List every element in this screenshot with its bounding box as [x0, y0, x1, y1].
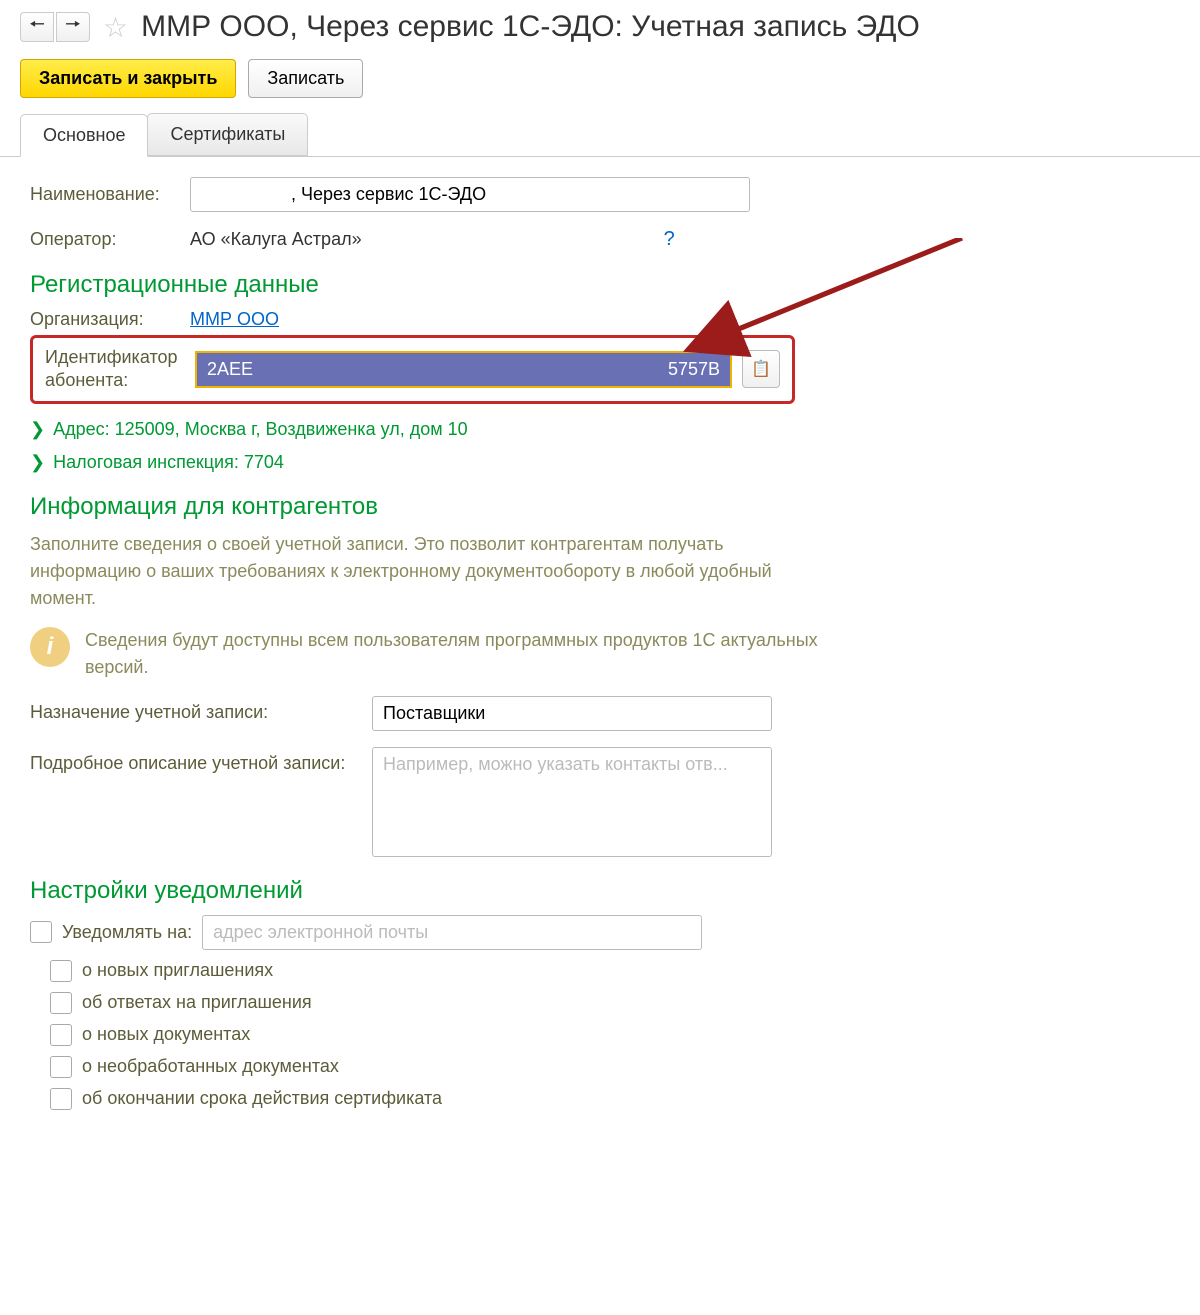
save-close-button[interactable]: Записать и закрыть: [20, 59, 236, 98]
notify-checkbox[interactable]: [30, 921, 52, 943]
opt3-label: о новых документах: [82, 1024, 250, 1045]
opt2-row: об ответах на приглашения: [50, 992, 1170, 1014]
reg-section-title: Регистрационные данные: [30, 271, 1170, 299]
copy-button[interactable]: 📋: [742, 350, 780, 388]
content: Наименование: Оператор: АО «Калуга Астра…: [0, 157, 1200, 1140]
chevron-right-icon: ❯: [30, 452, 45, 473]
nav-buttons: 🠔 🠖: [20, 12, 90, 42]
notify-label: Уведомлять на:: [62, 922, 192, 943]
detail-textarea[interactable]: [372, 747, 772, 857]
email-input[interactable]: [202, 915, 702, 950]
info-note: Сведения будут доступны всем пользовател…: [85, 627, 835, 681]
purpose-input[interactable]: [372, 696, 772, 731]
address-row[interactable]: ❯ Адрес: 125009, Москва г, Воздвиженка у…: [30, 419, 1170, 440]
info-section-title: Информация для контрагентов: [30, 493, 1170, 521]
info-desc: Заполните сведения о своей учетной запис…: [30, 531, 780, 612]
operator-row: Оператор: АО «Калуга Астрал» ?: [30, 228, 1170, 251]
help-link[interactable]: ?: [664, 228, 675, 251]
header: 🠔 🠖 ☆ ММР ООО, Через сервис 1С-ЭДО: Учет…: [0, 0, 1200, 49]
opt4-label: о необработанных документах: [82, 1056, 339, 1077]
opt5-row: об окончании срока действия сертификата: [50, 1088, 1170, 1110]
org-label: Организация:: [30, 309, 178, 330]
name-row: Наименование:: [30, 177, 1170, 212]
opt5-label: об окончании срока действия сертификата: [82, 1088, 442, 1109]
name-input[interactable]: [190, 177, 750, 212]
opt2-checkbox[interactable]: [50, 992, 72, 1014]
subscriber-id-highlight: Идентификатор абонента: 2AEE 5757B 📋: [30, 335, 795, 404]
operator-value: АО «Калуга Астрал»: [190, 229, 362, 250]
detail-label: Подробное описание учетной записи:: [30, 747, 360, 774]
subscriber-id-field[interactable]: 2AEE 5757B: [195, 351, 732, 388]
purpose-label: Назначение учетной записи:: [30, 696, 360, 723]
info-icon: i: [30, 627, 70, 667]
opt4-row: о необработанных документах: [50, 1056, 1170, 1078]
org-link[interactable]: ММР ООО: [190, 309, 279, 330]
tab-certificates[interactable]: Сертификаты: [147, 113, 308, 156]
page-title: ММР ООО, Через сервис 1С-ЭДО: Учетная за…: [141, 10, 920, 44]
notif-section-title: Настройки уведомлений: [30, 877, 1170, 905]
opt2-label: об ответах на приглашения: [82, 992, 312, 1013]
copy-icon: 📋: [751, 359, 771, 379]
org-row: Организация: ММР ООО: [30, 309, 1170, 330]
opt1-label: о новых приглашениях: [82, 960, 273, 981]
chevron-right-icon: ❯: [30, 419, 45, 440]
opt4-checkbox[interactable]: [50, 1056, 72, 1078]
address-text: Адрес: 125009, Москва г, Воздвиженка ул,…: [53, 419, 468, 440]
detail-row: Подробное описание учетной записи:: [30, 747, 1170, 857]
subscriber-id-label: Идентификатор абонента:: [45, 346, 185, 393]
forward-button[interactable]: 🠖: [56, 12, 90, 42]
tabs: Основное Сертификаты: [0, 108, 1200, 157]
back-button[interactable]: 🠔: [20, 12, 54, 42]
toolbar: Записать и закрыть Записать: [0, 49, 1200, 108]
operator-label: Оператор:: [30, 229, 178, 250]
save-button[interactable]: Записать: [248, 59, 363, 98]
id-right: 5757B: [668, 359, 720, 380]
purpose-row: Назначение учетной записи:: [30, 696, 1170, 731]
name-label: Наименование:: [30, 184, 178, 205]
tax-row[interactable]: ❯ Налоговая инспекция: 7704: [30, 452, 1170, 473]
notify-row: Уведомлять на:: [30, 915, 1170, 950]
opt1-row: о новых приглашениях: [50, 960, 1170, 982]
opt3-row: о новых документах: [50, 1024, 1170, 1046]
favorite-icon[interactable]: ☆: [95, 11, 136, 44]
id-left: 2AEE: [207, 359, 253, 380]
tab-main[interactable]: Основное: [20, 114, 148, 157]
opt1-checkbox[interactable]: [50, 960, 72, 982]
tax-text: Налоговая инспекция: 7704: [53, 452, 284, 473]
info-note-bar: i Сведения будут доступны всем пользоват…: [30, 627, 1170, 681]
opt5-checkbox[interactable]: [50, 1088, 72, 1110]
opt3-checkbox[interactable]: [50, 1024, 72, 1046]
